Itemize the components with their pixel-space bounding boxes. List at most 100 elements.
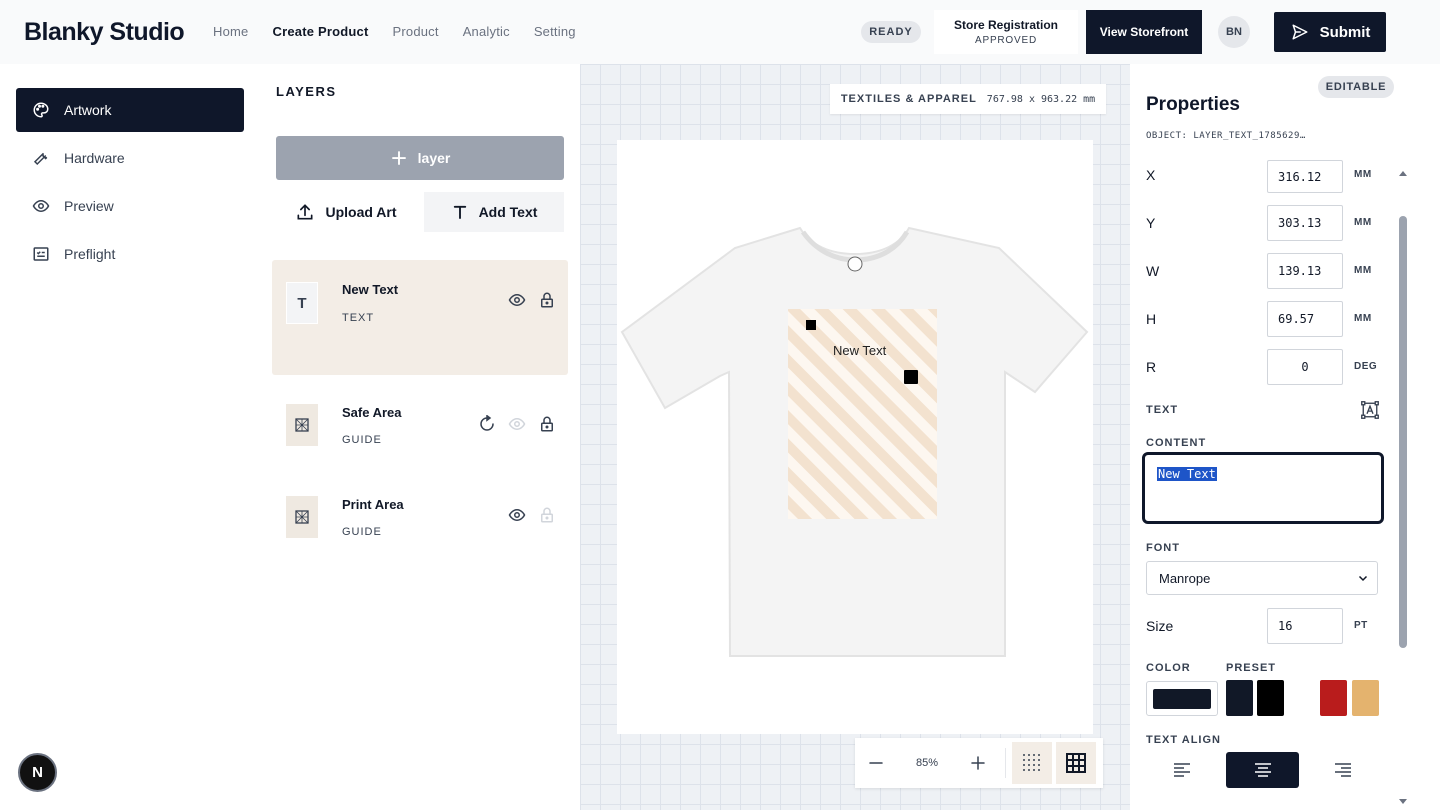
- color-picker[interactable]: [1146, 681, 1218, 716]
- align-left-icon: [1173, 763, 1190, 777]
- prop-unit: PT: [1354, 620, 1368, 631]
- align-center-button[interactable]: [1226, 752, 1299, 788]
- text-box-icon[interactable]: [1361, 401, 1379, 419]
- tshirt-mockup: [620, 226, 1089, 657]
- preset-color-navy[interactable]: [1226, 680, 1253, 716]
- layer-item-safe-area[interactable]: Safe Area GUIDE: [272, 382, 568, 468]
- main-nav: Home Create Product Product Analytic Set…: [213, 24, 600, 39]
- layer-thumb: T: [286, 282, 318, 324]
- store-registration[interactable]: Store Registration APPROVED: [934, 10, 1078, 54]
- prop-size: Size 16 PT: [1146, 608, 1386, 644]
- layer-item-print-area[interactable]: Print Area GUIDE: [272, 474, 568, 560]
- layers-panel: LAYERS layer Upload Art Add Text T New T…: [260, 64, 580, 810]
- properties-scrollbar[interactable]: [1396, 64, 1410, 810]
- content-text: New Text: [1157, 467, 1217, 481]
- size-input[interactable]: 16: [1267, 608, 1343, 644]
- nav-analytic[interactable]: Analytic: [463, 24, 510, 39]
- text-section-label: TEXT: [1146, 404, 1179, 416]
- print-area: [788, 309, 937, 519]
- lock-icon[interactable]: [538, 415, 556, 433]
- view-storefront-button[interactable]: View Storefront: [1086, 10, 1202, 54]
- text-align-label: TEXT ALIGN: [1146, 734, 1221, 746]
- sidebar-item-hardware[interactable]: Hardware: [16, 136, 244, 180]
- eye-icon[interactable]: [508, 291, 526, 309]
- zoom-out-button[interactable]: [855, 742, 897, 784]
- avatar[interactable]: BN: [1218, 16, 1250, 48]
- scroll-down-icon[interactable]: [1398, 798, 1408, 806]
- plus-icon: [391, 151, 406, 165]
- resize-handle[interactable]: [904, 370, 918, 384]
- sidebar-item-label: Preflight: [64, 246, 116, 262]
- content-textarea[interactable]: New Text: [1142, 452, 1384, 524]
- font-value: Manrope: [1159, 570, 1211, 586]
- sidebar-item-label: Hardware: [64, 150, 125, 166]
- nav-setting[interactable]: Setting: [534, 24, 576, 39]
- chevron-down-icon: [1358, 575, 1368, 582]
- dot-grid-toggle[interactable]: [1012, 742, 1052, 784]
- dev-badge[interactable]: N: [18, 753, 57, 792]
- nav-create-product[interactable]: Create Product: [272, 24, 368, 39]
- sidebar-item-preflight[interactable]: Preflight: [16, 232, 244, 276]
- prop-label: Y: [1146, 215, 1156, 231]
- lock-open-icon[interactable]: [538, 506, 556, 524]
- rotation-input[interactable]: 0: [1267, 349, 1343, 385]
- resize-handle[interactable]: [806, 320, 816, 330]
- submit-label: Submit: [1319, 23, 1371, 41]
- guide-icon: [286, 496, 318, 538]
- divider: [1005, 748, 1006, 778]
- layer-name: Safe Area: [342, 405, 402, 420]
- dot-grid-icon: [1023, 754, 1040, 771]
- zoom-toolbar: 85%: [855, 738, 1103, 788]
- preset-color-tan[interactable]: [1352, 680, 1379, 716]
- y-input[interactable]: 303.13: [1267, 205, 1343, 241]
- artboard[interactable]: New Text: [617, 140, 1093, 734]
- font-select[interactable]: Manrope: [1146, 561, 1378, 595]
- w-input[interactable]: 139.13: [1267, 253, 1343, 289]
- layers-title: LAYERS: [276, 84, 337, 99]
- x-input[interactable]: 316.12: [1267, 160, 1343, 193]
- add-text-button[interactable]: Add Text: [424, 192, 564, 232]
- preset-label: PRESET: [1226, 662, 1277, 674]
- h-input[interactable]: 69.57: [1267, 301, 1343, 337]
- eye-icon[interactable]: [508, 415, 526, 433]
- layer-type: GUIDE: [342, 526, 382, 538]
- nav-home[interactable]: Home: [213, 24, 248, 39]
- line-grid-toggle[interactable]: [1056, 742, 1096, 784]
- object-id: OBJECT: LAYER_TEXT_1785629…: [1146, 131, 1306, 141]
- scroll-up-icon[interactable]: [1398, 169, 1408, 177]
- color-label: COLOR: [1146, 662, 1191, 674]
- current-color-swatch: [1153, 688, 1211, 709]
- prop-unit: MM: [1354, 265, 1372, 276]
- submit-button[interactable]: Submit: [1274, 12, 1386, 52]
- app-logo[interactable]: Blanky Studio: [24, 18, 185, 47]
- rotate-icon[interactable]: [478, 415, 496, 433]
- layer-type: GUIDE: [342, 434, 382, 446]
- canvas-text-layer[interactable]: New Text: [833, 343, 886, 358]
- minus-icon: [869, 762, 883, 764]
- align-right-button[interactable]: [1306, 752, 1379, 788]
- zoom-in-button[interactable]: [957, 742, 999, 784]
- add-layer-button[interactable]: layer: [276, 136, 564, 180]
- sidebar-item-label: Artwork: [64, 102, 112, 118]
- nav-product[interactable]: Product: [392, 24, 438, 39]
- zoom-level: 85%: [915, 757, 939, 769]
- eye-icon[interactable]: [508, 506, 526, 524]
- sidebar-item-artwork[interactable]: Artwork: [16, 88, 244, 132]
- content-label: CONTENT: [1146, 437, 1207, 449]
- prop-unit: MM: [1354, 217, 1372, 228]
- prop-w: W 139.13 MM: [1146, 253, 1386, 289]
- preset-color-red[interactable]: [1320, 680, 1347, 716]
- grid-icon: [1066, 753, 1086, 773]
- preset-color-black[interactable]: [1257, 680, 1284, 716]
- layer-item-new-text[interactable]: T New Text TEXT: [272, 260, 568, 375]
- prop-label: Size: [1146, 618, 1174, 634]
- design-canvas[interactable]: TEXTILES & APPAREL 767.98 x 963.22 mm Ne…: [580, 64, 1130, 810]
- wrench-icon: [33, 152, 48, 166]
- upload-art-button[interactable]: Upload Art: [276, 192, 416, 232]
- checklist-icon: [33, 247, 49, 261]
- scroll-thumb[interactable]: [1399, 216, 1407, 648]
- align-left-button[interactable]: [1145, 752, 1218, 788]
- sidebar-item-preview[interactable]: Preview: [16, 184, 244, 228]
- lock-open-icon[interactable]: [538, 291, 556, 309]
- product-category: TEXTILES & APPAREL: [840, 93, 977, 105]
